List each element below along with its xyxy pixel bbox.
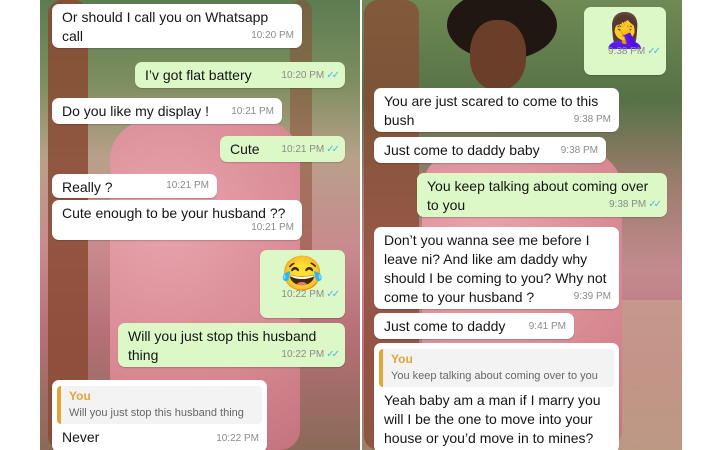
message-incoming-reply[interactable]: You You keep talking about coming over t… <box>374 343 619 450</box>
message-time: 9:38 PM <box>560 145 598 156</box>
double-check-icon: ✓✓ <box>326 349 340 360</box>
quote-author: You <box>69 389 91 403</box>
double-check-icon: ✓✓ <box>648 199 662 210</box>
double-check-icon: ✓✓ <box>326 70 340 81</box>
message-time: 9:38 PM <box>608 199 647 210</box>
message-outgoing[interactable]: You keep talking about coming over to yo… <box>417 173 667 217</box>
message-time: 10:22 PM <box>281 289 325 300</box>
message-incoming[interactable]: Or should I call you on Whatsapp call 10… <box>52 4 302 48</box>
quote-text: Will you just stop this husband thing <box>69 407 244 419</box>
message-incoming[interactable]: You are just scared to come to this bush… <box>374 88 619 132</box>
double-check-icon: ✓✓ <box>647 46 661 57</box>
double-check-icon: ✓✓ <box>326 144 340 155</box>
message-incoming[interactable]: Do you like my display ! 10:21 PM <box>52 98 282 124</box>
message-time: 10:20 PM <box>251 30 294 41</box>
message-incoming-reply[interactable]: You Will you just stop this husband thin… <box>52 380 267 450</box>
message-incoming[interactable]: Cute enough to be your husband ?? 10:21 … <box>52 200 302 240</box>
message-incoming[interactable]: Really ? 10:21 PM <box>52 174 217 198</box>
message-text: Yeah baby am a man if I marry you will I… <box>384 392 601 446</box>
message-outgoing[interactable]: I’v got flat battery 10:20 PM ✓✓ <box>135 62 345 88</box>
quoted-message[interactable]: You Will you just stop this husband thin… <box>57 386 262 424</box>
message-time: 10:22 PM <box>216 433 259 444</box>
message-time: 9:41 PM <box>528 321 566 332</box>
message-incoming[interactable]: Just come to daddy baby 9:38 PM <box>374 137 606 163</box>
message-outgoing-emoji[interactable]: 🤦‍♀️ 9:38 PM ✓✓ <box>584 7 666 75</box>
message-incoming[interactable]: Don’t you wanna see me before I leave ni… <box>374 227 619 309</box>
message-time: 10:22 PM <box>281 349 325 360</box>
message-time: 10:21 PM <box>166 180 209 191</box>
message-time: 10:21 PM <box>251 222 294 233</box>
message-time: 10:21 PM <box>231 106 274 117</box>
message-outgoing-emoji[interactable]: 😂 10:22 PM ✓✓ <box>260 250 345 318</box>
message-time: 10:20 PM <box>281 70 325 81</box>
face-background <box>470 20 526 90</box>
message-time: 10:21 PM <box>281 144 325 155</box>
message-time: 9:39 PM <box>573 291 611 302</box>
message-outgoing[interactable]: Cute 10:21 PM ✓✓ <box>220 136 345 162</box>
quoted-message[interactable]: You You keep talking about coming over t… <box>379 349 614 387</box>
chat-screenshot-right: 🤦‍♀️ 9:38 PM ✓✓ You are just scared to co… <box>362 0 682 450</box>
message-time: 9:38 PM <box>607 46 646 57</box>
quote-author: You <box>391 352 413 366</box>
quote-text: You keep talking about coming over to yo… <box>391 370 598 382</box>
chat-screenshot-left: Or should I call you on Whatsapp call 10… <box>40 0 360 450</box>
double-check-icon: ✓✓ <box>326 289 340 300</box>
message-outgoing[interactable]: Will you just stop this husband thing 10… <box>118 323 345 367</box>
message-time: 9:38 PM <box>573 114 611 125</box>
message-incoming[interactable]: Just come to daddy 9:41 PM <box>374 313 574 339</box>
